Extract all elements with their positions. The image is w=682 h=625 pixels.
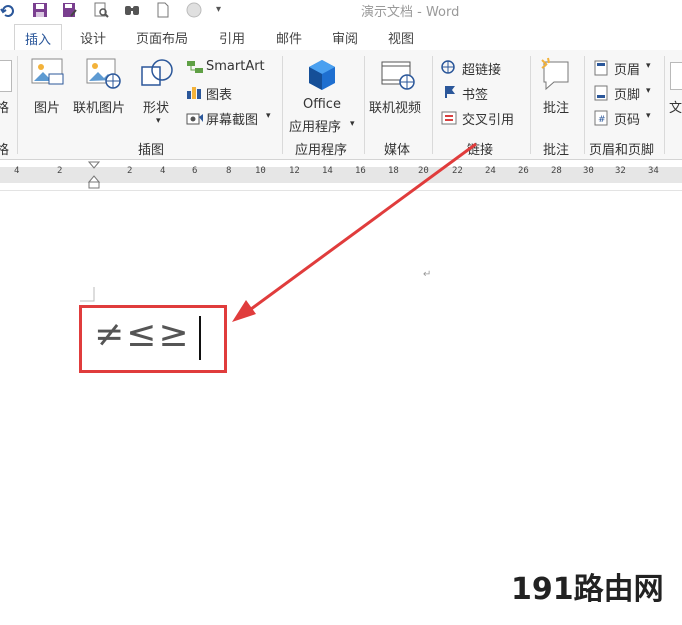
annotation-arrow <box>232 142 477 322</box>
